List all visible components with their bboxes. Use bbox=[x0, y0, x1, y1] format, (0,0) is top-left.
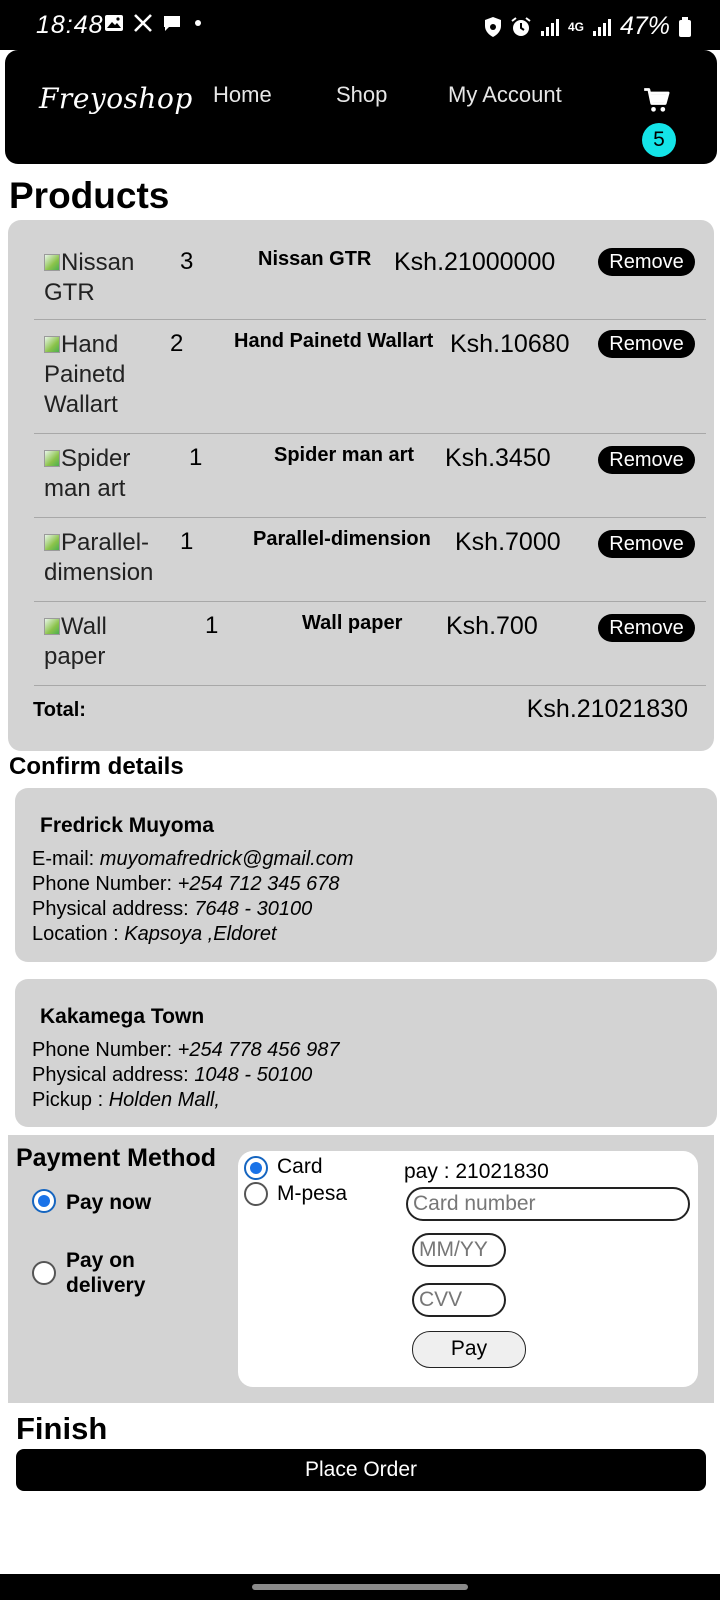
products-panel: Nissan GTR 3 Nissan GTR Ksh.21000000 Rem… bbox=[8, 220, 714, 751]
payment-panel: Payment Method Pay now Pay on delivery C… bbox=[8, 1135, 714, 1403]
broken-image-icon bbox=[44, 254, 60, 271]
customer-address: Physical address: 7648 - 30100 bbox=[32, 898, 313, 920]
alarm-icon bbox=[511, 16, 531, 36]
pay-button[interactable]: Pay bbox=[412, 1331, 526, 1368]
home-gesture-handle[interactable] bbox=[252, 1584, 468, 1590]
cart-icon[interactable] bbox=[643, 86, 671, 114]
product-name: Parallel-dimension bbox=[253, 528, 431, 550]
product-price: Ksh.7000 bbox=[455, 528, 561, 556]
remove-button[interactable]: Remove bbox=[598, 330, 695, 358]
status-bar: 18:48 4G 47% bbox=[0, 0, 720, 50]
dot-icon bbox=[195, 20, 201, 26]
confirm-details-heading: Confirm details bbox=[9, 753, 184, 780]
product-price: Ksh.10680 bbox=[450, 330, 570, 358]
nav-home[interactable]: Home bbox=[213, 82, 272, 108]
pay-on-delivery-radio[interactable] bbox=[32, 1261, 56, 1285]
battery-percent: 47% bbox=[619, 12, 670, 40]
card-payment-form: Card M-pesa pay : 21021830 Card number M… bbox=[238, 1151, 698, 1387]
product-quantity: 3 bbox=[180, 248, 194, 275]
total-value: Ksh.21021830 bbox=[526, 695, 688, 723]
page-title: Products bbox=[9, 175, 170, 216]
pickup-address: Physical address: 1048 - 50100 bbox=[32, 1064, 313, 1086]
product-name: Spider man art bbox=[274, 444, 415, 466]
product-image: Wall paper bbox=[44, 613, 107, 670]
product-quantity: 1 bbox=[189, 444, 203, 471]
pay-now-radio[interactable] bbox=[32, 1189, 56, 1213]
product-row: Parallel-dimension 1 Parallel-dimension … bbox=[34, 518, 706, 602]
cart-count-badge[interactable]: 5 bbox=[642, 123, 676, 157]
payment-method-heading: Payment Method bbox=[16, 1144, 217, 1172]
chat-icon bbox=[164, 16, 180, 31]
x-icon bbox=[134, 14, 152, 32]
product-image: Nissan GTR bbox=[44, 249, 135, 306]
product-row: Nissan GTR 3 Nissan GTR Ksh.21000000 Rem… bbox=[34, 222, 706, 320]
product-row: Hand Painetd Wallart 2 Hand Painetd Wall… bbox=[34, 320, 706, 434]
site-header: Freyoshop Home Shop My Account 5 bbox=[5, 50, 717, 164]
network-4g-icon: 4G bbox=[567, 19, 584, 34]
system-nav-bar bbox=[0, 1574, 720, 1600]
customer-phone: Phone Number: +254 712 345 678 bbox=[32, 873, 340, 895]
product-price: Ksh.21000000 bbox=[394, 248, 556, 276]
broken-image-icon bbox=[44, 336, 60, 353]
product-row: Wall paper 1 Wall paper Ksh.700 Remove bbox=[34, 602, 706, 686]
remove-button[interactable]: Remove bbox=[598, 446, 695, 474]
cvv-input[interactable]: CVV bbox=[412, 1283, 506, 1317]
signal-icon bbox=[540, 18, 559, 36]
pay-amount: pay : 21021830 bbox=[404, 1160, 549, 1183]
product-image: Hand Painetd Wallart bbox=[44, 331, 126, 418]
product-image: Spider man art bbox=[44, 445, 131, 502]
total-label: Total: bbox=[33, 699, 86, 721]
pay-on-delivery-label[interactable]: Pay on delivery bbox=[66, 1248, 166, 1298]
product-price: Ksh.700 bbox=[446, 612, 538, 640]
finish-heading: Finish bbox=[16, 1411, 108, 1446]
broken-image-icon bbox=[44, 618, 60, 635]
remove-button[interactable]: Remove bbox=[598, 614, 695, 642]
customer-details-card: Fredrick Muyoma E-mail: muyomafredrick@g… bbox=[15, 788, 717, 962]
shield-icon bbox=[484, 16, 501, 37]
nav-shop[interactable]: Shop bbox=[336, 82, 387, 108]
product-quantity: 2 bbox=[170, 330, 184, 357]
status-time: 18:48 bbox=[36, 11, 104, 39]
nav-my-account[interactable]: My Account bbox=[448, 82, 562, 108]
broken-image-icon bbox=[44, 534, 60, 551]
product-image: Parallel-dimension bbox=[44, 529, 154, 586]
card-number-input[interactable]: Card number bbox=[406, 1187, 690, 1221]
pickup-details-card: Kakamega Town Phone Number: +254 778 456… bbox=[15, 979, 717, 1127]
customer-email: E-mail: muyomafredrick@gmail.com bbox=[32, 848, 354, 870]
product-name: Wall paper bbox=[302, 612, 403, 634]
pickup-location: Pickup : Holden Mall, bbox=[32, 1089, 220, 1111]
mpesa-method-radio[interactable] bbox=[244, 1182, 268, 1206]
site-logo[interactable]: Freyoshop bbox=[39, 82, 193, 115]
gallery-icon bbox=[105, 15, 123, 31]
product-quantity: 1 bbox=[205, 612, 219, 639]
expiry-input[interactable]: MM/YY bbox=[412, 1233, 506, 1267]
remove-button[interactable]: Remove bbox=[598, 530, 695, 558]
product-name: Hand Painetd Wallart bbox=[234, 330, 434, 352]
mpesa-method-label[interactable]: M-pesa bbox=[277, 1182, 347, 1206]
product-row: Spider man art 1 Spider man art Ksh.3450… bbox=[34, 434, 706, 518]
pickup-phone: Phone Number: +254 778 456 987 bbox=[32, 1039, 340, 1061]
pay-now-label[interactable]: Pay now bbox=[66, 1190, 151, 1215]
signal-icon bbox=[592, 18, 611, 36]
remove-button[interactable]: Remove bbox=[598, 248, 695, 276]
customer-name: Fredrick Muyoma bbox=[40, 814, 214, 837]
broken-image-icon bbox=[44, 450, 60, 467]
customer-location: Location : Kapsoya ,Eldoret bbox=[32, 923, 277, 945]
pickup-town: Kakamega Town bbox=[40, 1005, 205, 1028]
place-order-button[interactable]: Place Order bbox=[16, 1449, 706, 1491]
product-quantity: 1 bbox=[180, 528, 194, 555]
battery-icon bbox=[679, 16, 691, 37]
card-method-label[interactable]: Card bbox=[277, 1155, 323, 1179]
product-name: Nissan GTR bbox=[258, 248, 372, 270]
product-price: Ksh.3450 bbox=[445, 444, 551, 472]
card-method-radio[interactable] bbox=[244, 1156, 268, 1180]
